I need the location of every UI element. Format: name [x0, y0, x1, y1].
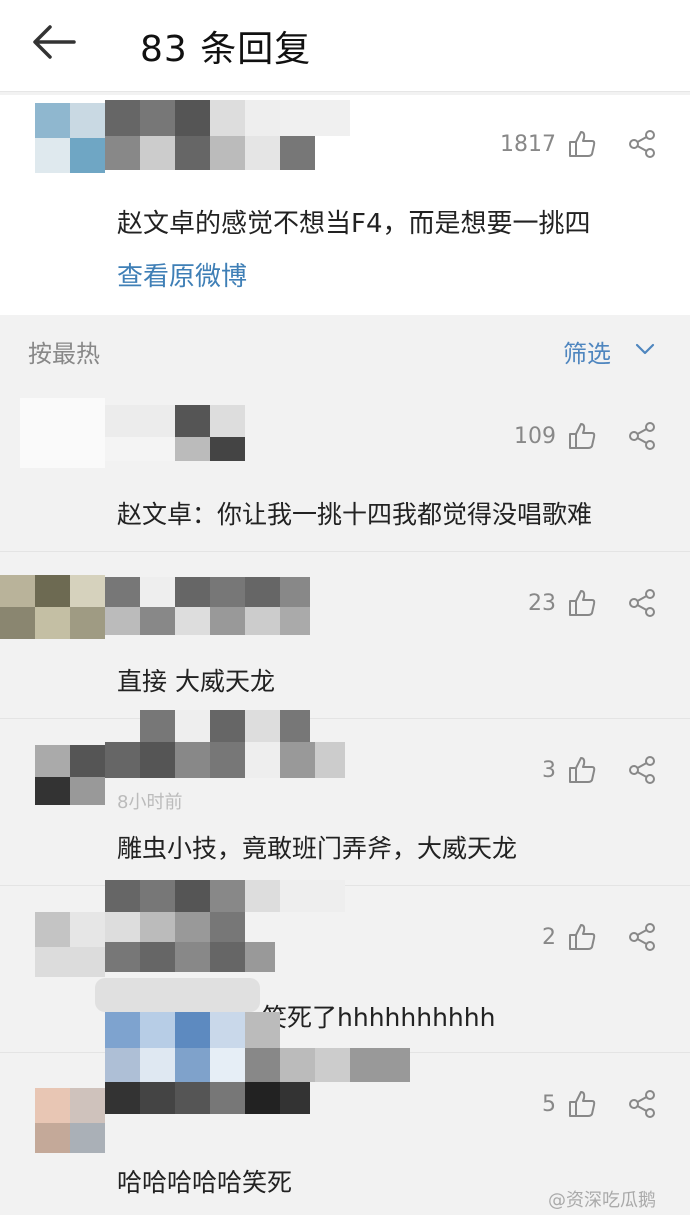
sort-hot-label[interactable]: 按最热 — [28, 334, 100, 369]
filter-button[interactable]: 筛选 — [563, 334, 611, 369]
comment-text: 雕虫小技，竟敢班门弄斧，大威天龙 — [117, 834, 518, 863]
like-count: 5 — [542, 1092, 556, 1117]
like-count: 2 — [542, 925, 556, 950]
view-original-link[interactable]: 查看原微博 — [117, 256, 247, 293]
comment-text: 赵文卓：你让我一挑十四我都觉得没唱歌难 — [117, 500, 593, 529]
timestamp: 8小时前 — [117, 792, 183, 813]
watermark: @资深吃瓜鹅 — [548, 1190, 656, 1211]
like-count: 1817 — [500, 132, 556, 157]
share-icon[interactable] — [627, 421, 657, 451]
comment-text: 哈哈哈哈哈笑死 — [117, 1168, 293, 1197]
original-post-text: 赵文卓的感觉不想当F4，而是想要一挑四 — [117, 209, 591, 239]
page-title: 83 条回复 — [140, 29, 312, 70]
share-icon[interactable] — [627, 1089, 657, 1119]
like-count: 23 — [528, 591, 556, 616]
share-icon[interactable] — [627, 588, 657, 618]
comment-text: 直接 大威天龙 — [117, 667, 275, 696]
back-arrow-icon[interactable] — [30, 22, 78, 62]
like-count: 3 — [542, 758, 556, 783]
chevron-down-icon[interactable] — [634, 338, 656, 360]
thumbs-up-icon[interactable] — [567, 755, 597, 785]
thumbs-up-icon[interactable] — [567, 1089, 597, 1119]
share-icon[interactable] — [627, 922, 657, 952]
thumbs-up-icon[interactable] — [567, 588, 597, 618]
thumbs-up-icon[interactable] — [567, 421, 597, 451]
share-icon[interactable] — [627, 755, 657, 785]
comment-text: 笑死了hhhhhhhhhh — [262, 1003, 496, 1032]
thumbs-up-icon[interactable] — [567, 922, 597, 952]
share-icon[interactable] — [627, 129, 657, 159]
thumbs-up-icon[interactable] — [567, 129, 597, 159]
like-count: 109 — [514, 424, 556, 449]
top-bar: 83 条回复 — [0, 0, 690, 92]
